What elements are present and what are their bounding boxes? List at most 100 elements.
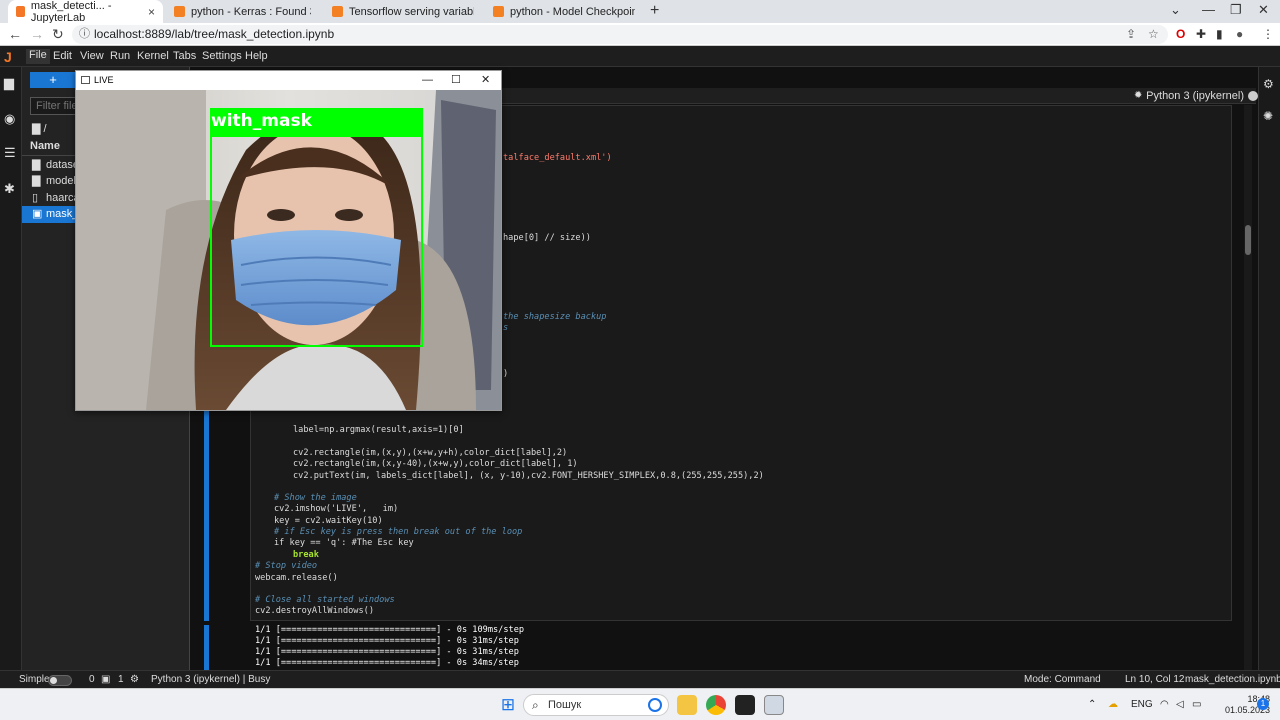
search-icon: ⌕ (532, 698, 539, 712)
volume-icon[interactable]: ◁ (1176, 699, 1184, 710)
back-icon[interactable]: ← (8, 26, 22, 42)
simple-mode-toggle[interactable] (48, 675, 72, 686)
code-line: cv2.imshow('LIVE', im) (274, 504, 399, 514)
new-launcher-button[interactable]: + (30, 72, 76, 88)
output-area: 1/1 [==============================] - 0… (250, 625, 1232, 670)
notebook-scrollbar[interactable] (1244, 105, 1252, 670)
bing-icon (648, 698, 662, 712)
menu-edit[interactable]: Edit (53, 50, 72, 62)
output-selection-bar[interactable] (204, 625, 209, 670)
terminal-app-icon[interactable] (735, 695, 755, 715)
menu-settings[interactable]: Settings (202, 50, 242, 62)
restore-icon[interactable]: ❐ (1230, 2, 1242, 18)
breadcrumb[interactable]: ▇ / (32, 122, 47, 135)
code-comment: # Show the image (274, 493, 357, 503)
site-info-icon[interactable]: ⓘ (79, 25, 90, 44)
toc-icon[interactable]: ☰ (4, 145, 16, 161)
menu-run[interactable]: Run (110, 50, 130, 62)
chrome-icon[interactable] (706, 695, 726, 715)
sidebar-icon[interactable]: ▮ (1216, 27, 1223, 41)
code-line: cv2.putText(im, labels_dict[label], (x, … (293, 471, 764, 481)
folder-icon[interactable]: ▆ (4, 75, 14, 91)
url-input[interactable]: ⓘ localhost:8889/lab/tree/mask_detection… (72, 25, 1168, 44)
folder-icon: ▇ (32, 175, 41, 187)
tab-stackoverflow-2[interactable]: Tensorflow serving variable file - (324, 0, 482, 23)
jupyter-favicon-icon (16, 6, 25, 17)
running-icon[interactable]: ◉ (4, 111, 15, 127)
code-line: cv2.rectangle(im,(x,y-40),(x+w,y),color_… (293, 459, 578, 469)
minimize-icon[interactable]: — (1202, 2, 1215, 17)
windows-start-icon[interactable]: ⊞ (498, 695, 518, 715)
bookmark-star-icon[interactable]: ☆ (1148, 27, 1159, 41)
extension-icon[interactable]: ✱ (4, 181, 15, 197)
code-line: talface_default.xml') (503, 153, 612, 164)
minimize-icon[interactable]: — (422, 71, 433, 90)
menu-file[interactable]: File (26, 49, 50, 64)
code-line: cv2.rectangle(im,(x,y),(x+w,y+h),color_d… (293, 448, 568, 458)
language-indicator[interactable]: ENG (1131, 699, 1153, 710)
menu-view[interactable]: View (80, 50, 104, 62)
menu-kernel[interactable]: Kernel (137, 50, 169, 62)
output-line: 1/1 [==============================] - 0… (255, 647, 519, 657)
code-line: the shapesize backup (503, 312, 606, 323)
jupyter-logo-icon: J (4, 49, 12, 65)
live-video-window[interactable]: LIVE — ☐ ✕ with_mask (75, 70, 502, 411)
tab-label: Tensorflow serving variable file - (349, 5, 474, 18)
share-icon[interactable]: ⇪ (1126, 27, 1136, 41)
file-icon: ▯ (32, 192, 39, 204)
code-fragment: hape[0] // size)) (503, 233, 591, 243)
kernel-status-text[interactable]: Python 3 (ipykernel) | Busy (151, 674, 270, 685)
menu-tabs[interactable]: Tabs (173, 50, 196, 62)
kebab-menu-icon[interactable]: ⋮ (1262, 27, 1274, 41)
cursor-position[interactable]: Ln 10, Col 12 (1125, 674, 1185, 685)
kernel-icon[interactable]: ⚙ (130, 674, 139, 685)
avatar[interactable]: ● (1236, 27, 1243, 41)
webcam-image (76, 90, 501, 410)
output-line: 1/1 [==============================] - 0… (255, 658, 519, 668)
wifi-icon[interactable]: ◠ (1160, 699, 1169, 710)
close-window-icon[interactable]: ✕ (1258, 2, 1269, 18)
scrollbar-thumb[interactable] (1245, 225, 1251, 255)
folder-icon: ▇ (32, 123, 44, 135)
weather-icon[interactable]: ☁ (1108, 699, 1118, 710)
output-line: 1/1 [==============================] - 0… (255, 636, 519, 646)
code-comment: # if Esc key is press then break out of … (274, 527, 523, 537)
reload-icon[interactable]: ↻ (52, 26, 64, 43)
code-line: hape[0] // size)) (503, 233, 591, 244)
tab-stackoverflow-1[interactable]: python - Kerras : Found 39 image (166, 0, 321, 23)
property-inspector-icon[interactable]: ⚙ (1263, 77, 1274, 91)
new-tab-button[interactable]: + (650, 2, 659, 20)
debugger-icon[interactable]: ✺ (1263, 109, 1273, 123)
tab-jupyterlab[interactable]: mask_detecti... - JupyterLab × (8, 0, 163, 24)
live-window-title: LIVE (94, 75, 114, 85)
url-text: localhost:8889/lab/tree/mask_detection.i… (94, 27, 335, 41)
live-window-titlebar[interactable]: LIVE — ☐ ✕ (76, 71, 501, 90)
jupyter-menubar: J File Edit View Run Kernel Tabs Setting… (0, 46, 1280, 67)
notebook-icon: ▣ (32, 208, 43, 220)
terminal-icon[interactable]: ▣ (101, 674, 110, 685)
code-line: break (293, 550, 319, 560)
window-app-icon (81, 76, 90, 84)
taskbar-search[interactable]: ⌕ Пошук (523, 694, 669, 716)
right-activity-bar: ⚙ ✺ (1258, 67, 1280, 670)
gear-icon[interactable]: ✹ (1134, 90, 1142, 101)
tab-stackoverflow-3[interactable]: python - Model Checkpoint doe (485, 0, 643, 23)
extensions-puzzle-icon[interactable]: ✚ (1196, 27, 1206, 41)
kernel-count: 1 (118, 674, 124, 685)
close-tab-icon[interactable]: × (148, 5, 155, 19)
maximize-icon[interactable]: ☐ (451, 71, 461, 90)
code-fragment: the shapesize backup (503, 312, 607, 322)
close-icon[interactable]: ✕ (481, 71, 490, 90)
file-explorer-icon[interactable] (677, 695, 697, 715)
opera-extension-icon[interactable]: O (1176, 27, 1185, 41)
menu-help[interactable]: Help (245, 50, 268, 62)
python-app-icon[interactable] (764, 695, 784, 715)
forward-icon[interactable]: → (30, 26, 44, 42)
battery-icon[interactable]: ▭ (1192, 699, 1201, 710)
code-line: ) (503, 369, 508, 380)
chevron-up-icon[interactable]: ⌃ (1088, 699, 1096, 710)
kernel-name[interactable]: Python 3 (ipykernel) (1146, 90, 1244, 102)
chevron-down-icon[interactable]: ⌄ (1170, 2, 1181, 18)
notification-badge[interactable]: 1 (1257, 698, 1269, 710)
code-line: webcam.release() (255, 573, 338, 583)
